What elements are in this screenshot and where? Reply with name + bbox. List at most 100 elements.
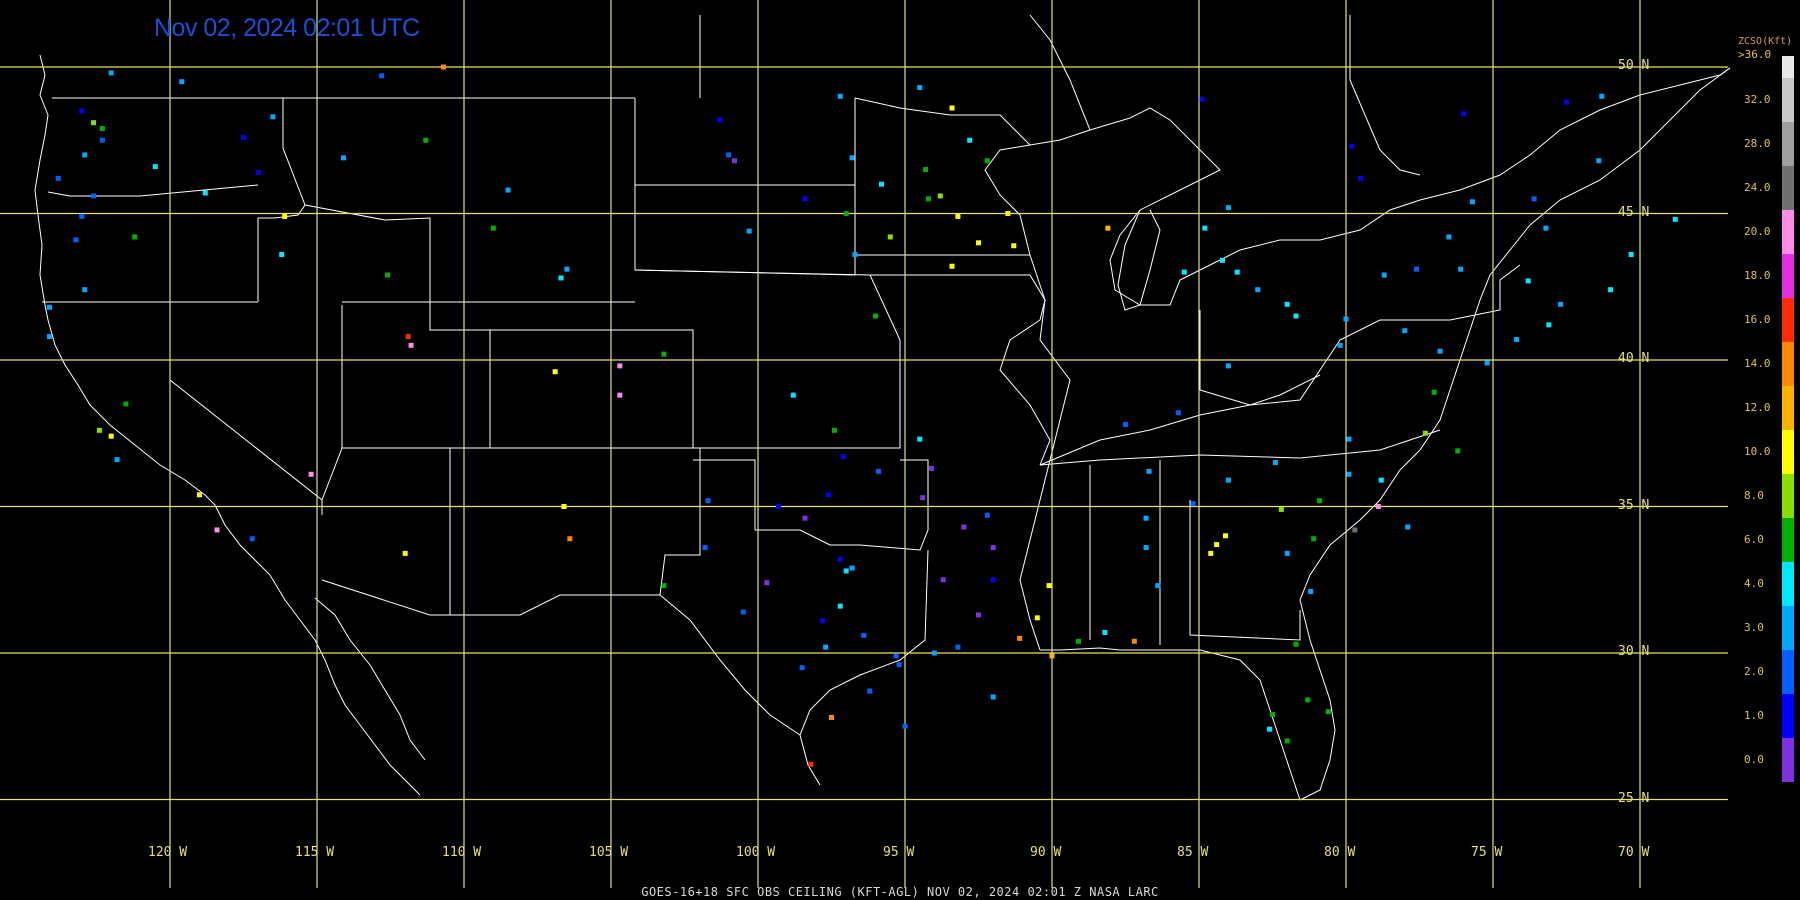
station-marker — [270, 114, 276, 120]
station-marker — [990, 577, 996, 583]
station-marker — [837, 93, 843, 99]
legend-level-label: 6.0 — [1744, 533, 1764, 546]
longitude-label: 75 W — [1471, 845, 1503, 860]
station-marker — [1672, 216, 1678, 222]
legend-level-label: 32.0 — [1744, 93, 1771, 106]
station-marker — [937, 193, 943, 199]
legend-level-label: 28.0 — [1744, 137, 1771, 150]
station-marker — [1234, 269, 1240, 275]
station-marker — [1220, 257, 1226, 263]
station-marker — [79, 108, 85, 114]
baja-peninsula — [314, 597, 426, 761]
station-marker — [1431, 389, 1437, 395]
station-marker — [1146, 468, 1152, 474]
station-marker — [955, 213, 961, 219]
station-marker — [152, 164, 158, 170]
latitude-label: 50 N — [1618, 58, 1650, 73]
legend-swatch — [1782, 606, 1794, 628]
station-marker — [108, 433, 114, 439]
station-marker — [308, 471, 314, 477]
station-marker — [1305, 697, 1311, 703]
dakotas — [634, 98, 856, 276]
station-marker — [340, 155, 346, 161]
station-marker — [249, 536, 255, 542]
station-marker — [802, 196, 808, 202]
legend-swatch — [1782, 210, 1794, 232]
east-coast — [1299, 67, 1731, 801]
legend-level-label: 20.0 — [1744, 225, 1771, 238]
legend-swatch — [1782, 650, 1794, 672]
legend-swatch — [1782, 518, 1794, 540]
legend-level-label: 12.0 — [1744, 401, 1771, 414]
station-marker — [46, 334, 52, 340]
station-marker — [802, 515, 808, 521]
station-marker — [831, 427, 837, 433]
station-marker — [955, 644, 961, 650]
station-marker — [976, 240, 981, 246]
legend-top-label: >36.0 — [1738, 48, 1772, 61]
station-marker — [385, 272, 391, 278]
station-marker — [923, 167, 929, 173]
station-marker — [1131, 638, 1137, 644]
station-marker — [717, 117, 723, 123]
station-marker — [1046, 583, 1052, 589]
lat-lon-grid — [0, 0, 1728, 888]
station-marker — [740, 609, 746, 615]
station-marker — [776, 504, 782, 509]
latitude-label: 40 N — [1618, 351, 1650, 366]
station-marker — [661, 583, 667, 589]
station-marker — [1143, 515, 1149, 521]
washington-oregon — [47, 184, 259, 197]
station-marker — [114, 457, 120, 463]
station-marker — [99, 126, 105, 132]
station-marker — [1525, 278, 1531, 284]
legend-swatch — [1782, 364, 1794, 386]
station-marker — [1284, 738, 1290, 744]
legend-level-label: 8.0 — [1744, 489, 1764, 502]
footer-caption: GOES-16+18 SFC OBS CEILING (KFT-AGL) NOV… — [641, 885, 1159, 899]
station-marker — [1199, 96, 1205, 102]
longitude-label: 85 W — [1177, 845, 1209, 860]
station-marker — [561, 504, 567, 509]
station-marker — [790, 392, 796, 398]
station-marker — [1608, 287, 1614, 293]
station-marker — [1628, 252, 1634, 258]
station-marker — [1202, 225, 1208, 231]
color-legend — [1782, 56, 1794, 782]
station-marker — [926, 196, 932, 202]
station-marker — [1514, 336, 1520, 342]
station-marker — [1543, 225, 1549, 231]
station-marker — [279, 252, 285, 258]
legend-swatch — [1782, 386, 1794, 408]
station-marker — [1381, 272, 1387, 278]
legend-swatch — [1782, 540, 1794, 562]
station-marker — [1034, 615, 1040, 621]
station-marker — [902, 723, 908, 729]
station-marker — [1005, 211, 1011, 216]
longitude-label: 120 W — [148, 845, 188, 860]
station-marker — [99, 137, 105, 143]
station-marker — [1437, 348, 1443, 354]
station-marker — [1208, 550, 1214, 556]
station-marker — [1214, 542, 1220, 548]
station-marker — [1267, 726, 1273, 732]
southern-states — [1039, 429, 1441, 466]
station-marker — [843, 211, 849, 216]
station-marker — [379, 73, 385, 79]
station-marker — [878, 181, 884, 187]
legend-level-label: 2.0 — [1744, 665, 1764, 678]
station-marker — [823, 644, 829, 650]
station-marker — [1343, 316, 1349, 322]
station-marker — [617, 392, 623, 398]
station-marker — [661, 351, 667, 357]
oklahoma-texas — [693, 459, 929, 551]
station-marker — [123, 401, 129, 407]
legend-swatch — [1782, 144, 1794, 166]
station-marker — [1155, 583, 1161, 589]
longitude-label: 100 W — [736, 845, 776, 860]
great-lakes — [1029, 67, 1731, 306]
station-marker — [1308, 588, 1314, 594]
rio-grande — [659, 594, 801, 736]
station-marker — [852, 252, 858, 258]
legend-level-label: 4.0 — [1744, 577, 1764, 590]
